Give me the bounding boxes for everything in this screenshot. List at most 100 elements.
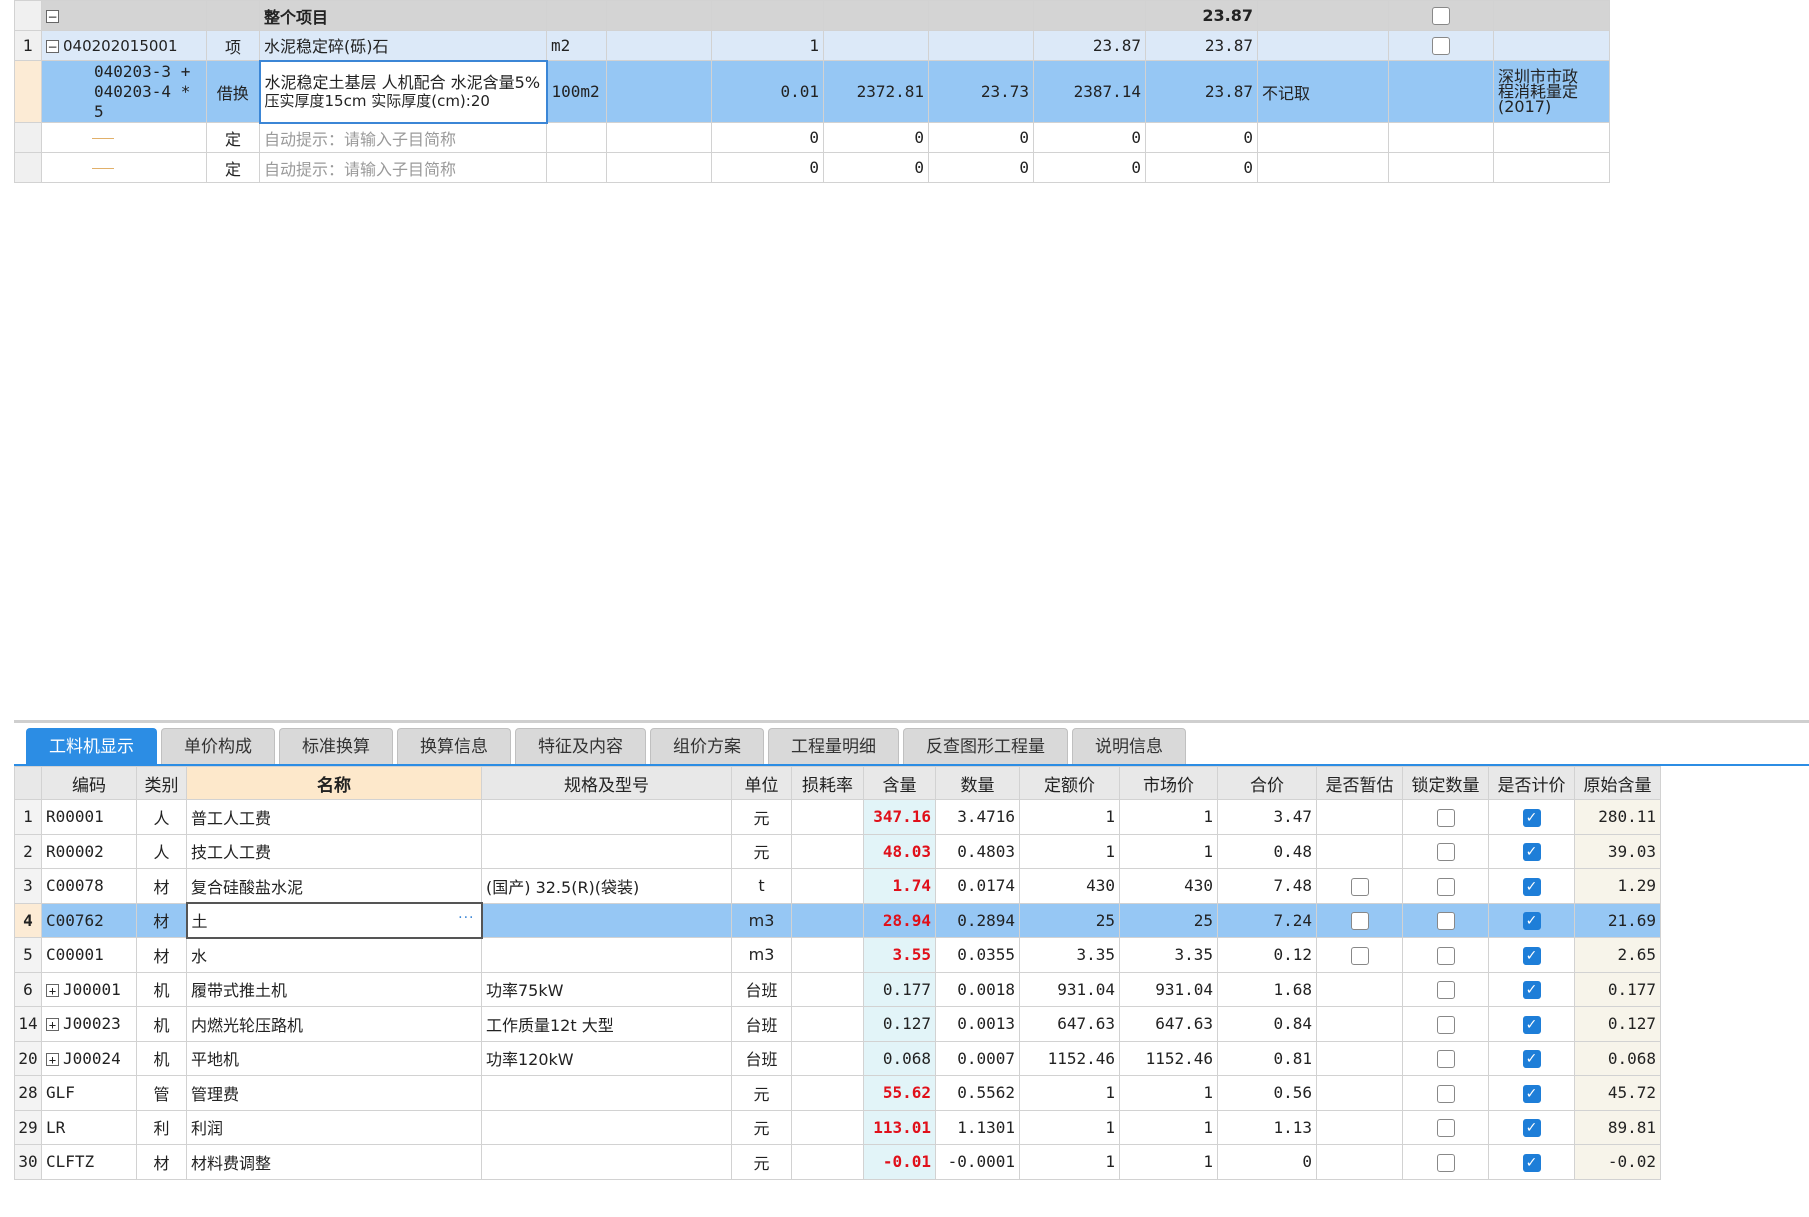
header-priced[interactable]: 是否计价: [1488, 766, 1575, 800]
material-row[interactable]: 2 R00002 人技工人工费元 48.03 0.4803 1 1 0.48 ✓ 39.03: [14, 833, 1661, 869]
more-icon[interactable]: ···: [458, 910, 474, 926]
material-row[interactable]: 1 R00001 人普工人工费元 347.16 3.4716 1 1 3.47 ✓ 280.11: [14, 799, 1661, 835]
material-row[interactable]: 14 + J00023 机内燃光轮压路机 工作质量12t 大型 台班 0.127 0.0013…: [14, 1006, 1661, 1042]
material-unit[interactable]: 元: [731, 1109, 792, 1145]
priced-checkbox[interactable]: ✓: [1522, 877, 1541, 896]
header-market-price[interactable]: 市场价: [1119, 766, 1218, 800]
priced-cell[interactable]: ✓: [1488, 1040, 1575, 1076]
material-market-price[interactable]: 3.35: [1119, 937, 1218, 973]
priced-checkbox[interactable]: ✓: [1522, 912, 1541, 930]
material-name[interactable]: 管理费: [186, 1075, 482, 1111]
lock-qty-cell[interactable]: [1402, 868, 1489, 904]
item-checkbox-cell[interactable]: [1388, 30, 1494, 61]
material-spec[interactable]: [481, 902, 732, 938]
panel-splitter[interactable]: [14, 720, 1809, 723]
material-spec[interactable]: 功率75kW: [481, 971, 732, 1007]
expand-icon[interactable]: +: [46, 1052, 59, 1066]
material-name[interactable]: 普工人工费: [186, 799, 482, 835]
provisional-cell[interactable]: [1316, 902, 1403, 938]
lock-qty-checkbox[interactable]: [1436, 1050, 1455, 1068]
material-market-price[interactable]: 931.04: [1119, 971, 1218, 1007]
priced-checkbox[interactable]: ✓: [1522, 1050, 1541, 1068]
priced-cell[interactable]: ✓: [1488, 1006, 1575, 1042]
material-content[interactable]: 113.01: [863, 1109, 936, 1145]
expand-icon[interactable]: +: [46, 1018, 59, 1032]
sub-item-row[interactable]: 040203-3 + 040203-4 * 5 借换 水泥稳定土基层 人机配合 …: [14, 59, 1610, 124]
priced-cell[interactable]: ✓: [1488, 1109, 1575, 1145]
material-category[interactable]: 利: [136, 1109, 187, 1145]
material-row[interactable]: 30 CLFTZ 材材料费调整元 -0.01 -0.0001 1 1 0 ✓ -0.02: [14, 1144, 1661, 1180]
material-category[interactable]: 管: [136, 1075, 187, 1111]
header-spec[interactable]: 规格及型号: [481, 766, 732, 800]
lock-qty-cell[interactable]: [1402, 799, 1489, 835]
material-spec[interactable]: [481, 833, 732, 869]
material-category[interactable]: 机: [136, 971, 187, 1007]
item-code-cell[interactable]: −040202015001: [41, 30, 207, 61]
expand-icon[interactable]: +: [46, 983, 59, 997]
provisional-cell[interactable]: [1316, 1109, 1403, 1145]
tab-labor-material-machine[interactable]: 工料机显示: [26, 728, 157, 764]
collapse-icon[interactable]: −: [46, 10, 59, 23]
material-row[interactable]: 6 + J00001 机履带式推土机 功率75kW 台班 0.177 0.0018 931.04…: [14, 971, 1661, 1007]
material-category[interactable]: 材: [136, 868, 187, 904]
tab-pricing-plan[interactable]: 组价方案: [650, 728, 764, 764]
material-market-price[interactable]: 1: [1119, 1109, 1218, 1145]
lock-qty-cell[interactable]: [1402, 1109, 1489, 1145]
material-row[interactable]: 29 LR 利利润元 113.01 1.1301 1 1 1.13 ✓ 89.81: [14, 1109, 1661, 1145]
provisional-cell[interactable]: [1316, 971, 1403, 1007]
material-market-price[interactable]: 25: [1119, 902, 1218, 938]
material-code-cell[interactable]: + J00001: [41, 971, 137, 1007]
priced-cell[interactable]: ✓: [1488, 937, 1575, 973]
priced-checkbox[interactable]: ✓: [1522, 1153, 1541, 1172]
header-lock-qty[interactable]: 锁定数量: [1402, 766, 1489, 800]
material-content[interactable]: -0.01: [863, 1144, 936, 1180]
material-quantity[interactable]: 0.5562: [935, 1075, 1020, 1111]
material-category[interactable]: 人: [136, 799, 187, 835]
priced-cell[interactable]: ✓: [1488, 1144, 1575, 1180]
material-loss[interactable]: [791, 937, 864, 973]
lock-qty-cell[interactable]: [1402, 902, 1489, 938]
material-code-cell[interactable]: R00002: [41, 833, 137, 869]
checkbox[interactable]: [1432, 7, 1450, 26]
header-name[interactable]: 名称: [186, 766, 482, 800]
sub-item-note[interactable]: 不记取: [1257, 60, 1389, 123]
material-loss[interactable]: [791, 868, 864, 904]
material-quantity[interactable]: 0.0355: [935, 937, 1020, 973]
material-unit[interactable]: 元: [731, 1144, 792, 1180]
material-name[interactable]: 利润: [186, 1109, 482, 1145]
material-category[interactable]: 机: [136, 1006, 187, 1042]
priced-checkbox[interactable]: ✓: [1522, 1119, 1541, 1137]
material-code-cell[interactable]: R00001: [41, 799, 137, 835]
provisional-checkbox[interactable]: [1350, 912, 1369, 930]
material-loss[interactable]: [791, 833, 864, 869]
lock-qty-cell[interactable]: [1402, 937, 1489, 973]
lock-qty-checkbox[interactable]: [1436, 981, 1455, 999]
material-unit[interactable]: 元: [731, 1075, 792, 1111]
project-row[interactable]: − 整个项目 23.87: [14, 0, 1610, 31]
lock-qty-checkbox[interactable]: [1436, 1015, 1455, 1034]
priced-checkbox[interactable]: ✓: [1522, 981, 1541, 999]
material-spec[interactable]: (国产) 32.5(R)(袋装): [481, 868, 732, 904]
priced-checkbox[interactable]: ✓: [1522, 946, 1541, 965]
material-spec[interactable]: [481, 937, 732, 973]
priced-cell[interactable]: ✓: [1488, 1075, 1575, 1111]
material-quantity[interactable]: 0.0018: [935, 971, 1020, 1007]
priced-cell[interactable]: ✓: [1488, 799, 1575, 835]
material-unit[interactable]: m3: [731, 902, 792, 938]
material-market-price[interactable]: 1: [1119, 833, 1218, 869]
material-quantity[interactable]: 0.4803: [935, 833, 1020, 869]
material-name[interactable]: 平地机: [186, 1040, 482, 1076]
material-market-price[interactable]: 430: [1119, 868, 1218, 904]
header-total[interactable]: 合价: [1217, 766, 1317, 800]
material-spec[interactable]: [481, 799, 732, 835]
material-content[interactable]: 55.62: [863, 1075, 936, 1111]
material-quantity[interactable]: -0.0001: [935, 1144, 1020, 1180]
material-name[interactable]: 履带式推土机: [186, 971, 482, 1007]
provisional-cell[interactable]: [1316, 868, 1403, 904]
material-content[interactable]: 0.068: [863, 1040, 936, 1076]
material-market-price[interactable]: 1: [1119, 1075, 1218, 1111]
material-unit[interactable]: 台班: [731, 971, 792, 1007]
header-provisional[interactable]: 是否暂估: [1316, 766, 1403, 800]
material-quantity[interactable]: 0.0013: [935, 1006, 1020, 1042]
priced-checkbox[interactable]: ✓: [1522, 808, 1541, 827]
